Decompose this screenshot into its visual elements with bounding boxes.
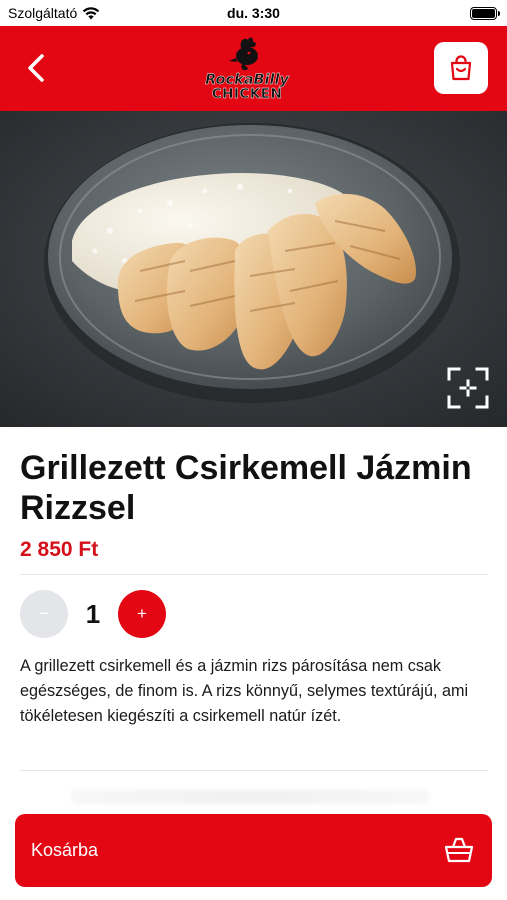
shopping-bag-icon — [450, 55, 472, 81]
add-to-cart-button[interactable]: Kosárba — [15, 814, 492, 887]
add-to-cart-label: Kosárba — [31, 840, 99, 860]
fullscreen-icon — [447, 367, 489, 409]
brand-name-bottom: CHICKEN — [212, 86, 283, 102]
chevron-left-icon — [28, 54, 44, 82]
food-plate-illustration — [0, 111, 507, 427]
back-button[interactable] — [16, 48, 56, 88]
increase-quantity-button[interactable]: + — [118, 590, 166, 638]
zoom-button[interactable] — [447, 367, 489, 409]
product-description: A grillezett csirkemell és a jázmin rizs… — [20, 657, 469, 725]
product-title: Grillezett Csirkemell Jázmin Rizzsel — [20, 449, 472, 527]
cart-button[interactable] — [434, 42, 488, 94]
faded-content — [70, 790, 430, 804]
brand-logo: RockaBilly CHICKEN — [205, 37, 290, 102]
divider — [20, 770, 488, 771]
battery-icon — [470, 7, 500, 20]
status-bar: Szolgáltató du. 3:30 — [0, 0, 507, 26]
divider — [20, 574, 488, 575]
status-time: du. 3:30 — [227, 5, 280, 21]
app-header: RockaBilly CHICKEN — [0, 26, 507, 111]
basket-icon — [444, 837, 474, 863]
quantity-stepper: − 1 + — [20, 589, 166, 639]
product-image[interactable] — [0, 111, 507, 427]
decrease-quantity-button[interactable]: − — [20, 590, 68, 638]
product-price: 2 850 Ft — [20, 538, 99, 561]
quantity-value: 1 — [85, 598, 101, 629]
